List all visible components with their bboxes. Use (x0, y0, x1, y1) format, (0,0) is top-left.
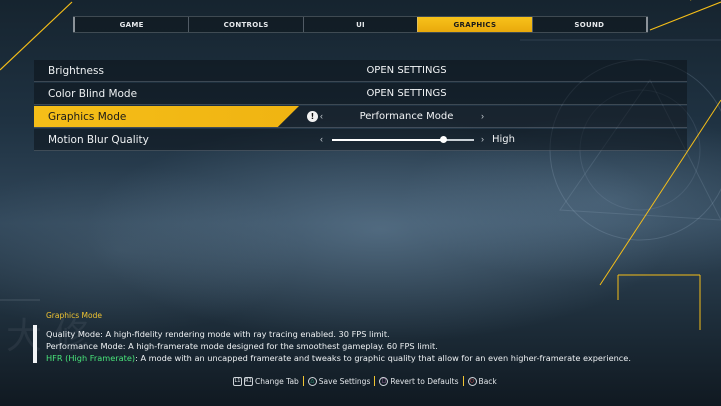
hint-back[interactable]: ○ Back (467, 376, 497, 386)
chevron-left-icon[interactable]: ‹ (320, 134, 323, 144)
setting-label: Graphics Mode (48, 110, 127, 123)
hint-change-tab[interactable]: L1 R1 Change Tab (233, 376, 299, 386)
hfr-name: HFR (High Framerate) (46, 353, 136, 363)
hint-label: Back (478, 376, 497, 386)
graphics-mode-value: Performance Mode (359, 111, 454, 122)
hint-revert-defaults[interactable]: □ Revert to Defaults (379, 376, 459, 386)
open-settings-button[interactable]: OPEN SETTINGS (324, 88, 489, 99)
tab-controls[interactable]: CONTROLS (188, 17, 302, 32)
circle-button-icon: ○ (467, 376, 477, 386)
divider (302, 376, 304, 386)
setting-row-brightness[interactable]: Brightness OPEN SETTINGS (34, 60, 687, 82)
l1-button-icon: L1 (233, 376, 242, 386)
square-button-icon: □ (379, 376, 389, 386)
tab-graphics[interactable]: GRAPHICS (417, 17, 532, 32)
setting-label: Brightness (48, 64, 104, 77)
chevron-left-icon[interactable]: ‹ (320, 111, 323, 121)
settings-list: Brightness OPEN SETTINGS Color Blind Mod… (34, 60, 687, 152)
hint-label: Revert to Defaults (390, 376, 459, 386)
slider-fill (332, 139, 443, 141)
divider (374, 376, 376, 386)
hint-save-settings[interactable]: △ Save Settings (307, 376, 371, 386)
chevron-right-icon[interactable]: › (481, 134, 484, 144)
description-accent-bar (33, 325, 37, 363)
button-hints: L1 R1 Change Tab △ Save Settings □ Rever… (233, 374, 501, 388)
motion-blur-value: High (492, 134, 515, 145)
hfr-text: : A mode with an uncapped framerate and … (135, 353, 631, 363)
tab-sound[interactable]: SOUND (531, 17, 649, 32)
setting-row-color-blind[interactable]: Color Blind Mode OPEN SETTINGS (34, 83, 687, 105)
description-performance: Performance Mode: A high-framerate mode … (46, 341, 438, 351)
description-quality: Quality Mode: A high-fidelity rendering … (46, 329, 390, 339)
tab-ui[interactable]: UI (302, 17, 417, 32)
chevron-right-icon[interactable]: › (481, 111, 484, 121)
description-hfr: HFR (High Framerate): A mode with an unc… (46, 352, 686, 364)
open-settings-button[interactable]: OPEN SETTINGS (324, 65, 489, 76)
setting-label: Color Blind Mode (48, 87, 138, 100)
description-body: Quality Mode: A high-fidelity rendering … (46, 328, 686, 364)
warning-icon: ! (307, 111, 318, 122)
setting-row-motion-blur[interactable]: Motion Blur Quality ‹ › High (34, 129, 687, 151)
description-title: Graphics Mode (46, 311, 102, 320)
hint-label: Change Tab (255, 376, 299, 386)
divider (462, 376, 464, 386)
tab-game[interactable]: GAME (73, 17, 188, 32)
triangle-button-icon: △ (307, 376, 317, 386)
hint-label: Save Settings (318, 376, 371, 386)
tab-bar: GAME CONTROLS UI GRAPHICS SOUND (73, 16, 649, 33)
motion-blur-slider[interactable] (332, 136, 474, 143)
slider-thumb[interactable] (439, 136, 447, 143)
setting-row-graphics-mode[interactable]: Graphics Mode ! ‹ Performance Mode › (34, 106, 687, 128)
setting-label: Motion Blur Quality (48, 133, 149, 146)
r1-button-icon: R1 (244, 376, 253, 386)
